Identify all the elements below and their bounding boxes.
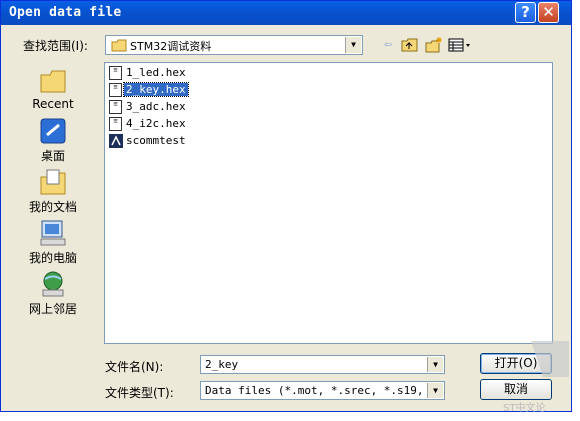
file-name-label: 文件名(N): bbox=[105, 360, 164, 374]
recent-folder-icon bbox=[40, 70, 66, 93]
network-places-icon bbox=[42, 271, 64, 297]
file-type-value: Data files (*.mot, *.srec, *.s19, *.s bbox=[205, 384, 445, 397]
file-type-label: 文件类型(T): bbox=[105, 386, 174, 400]
title-bar[interactable]: Open data file ? ✕ bbox=[1, 1, 571, 25]
open-data-file-dialog: Open data file ? ✕ 查找范围(I): STM32调试资料 ▼ … bbox=[0, 0, 573, 414]
look-in-value: STM32调试资料 bbox=[130, 40, 212, 53]
application-icon bbox=[109, 134, 123, 148]
folder-icon bbox=[111, 39, 127, 52]
place-my-documents[interactable]: 我的文档 bbox=[17, 168, 89, 218]
file-list[interactable]: ≡ 1_led.hex ≡ 2_key.hex ≡ 3_adc.hex ≡ 4_… bbox=[104, 62, 553, 344]
place-recent[interactable]: Recent bbox=[17, 67, 89, 117]
place-desktop[interactable]: 桌面 bbox=[17, 117, 89, 167]
place-my-computer[interactable]: 我的电脑 bbox=[17, 219, 89, 269]
file-name-input[interactable]: 2_key ▼ bbox=[200, 355, 445, 374]
desktop-icon bbox=[40, 118, 66, 144]
hex-file-icon: ≡ bbox=[109, 83, 122, 97]
file-type-dropdown[interactable]: Data files (*.mot, *.srec, *.s19, *.s ▼ bbox=[200, 381, 445, 400]
file-name: 1_led.hex bbox=[126, 66, 186, 79]
place-label: 网上邻居 bbox=[28, 302, 77, 316]
up-one-level-icon[interactable] bbox=[401, 37, 419, 53]
watermark: ST中文论 bbox=[503, 339, 573, 414]
chevron-down-icon[interactable]: ▼ bbox=[345, 37, 361, 53]
file-name: 4_i2c.hex bbox=[126, 117, 186, 130]
place-label: 我的电脑 bbox=[28, 251, 77, 265]
hex-file-icon: ≡ bbox=[109, 66, 122, 80]
my-computer-icon bbox=[40, 220, 66, 246]
place-label: 我的文档 bbox=[28, 200, 77, 214]
file-name: 2_key.hex bbox=[123, 82, 189, 97]
hex-file-icon: ≡ bbox=[109, 100, 122, 114]
watermark-text: ST中文论 bbox=[503, 403, 546, 414]
watermark-logo bbox=[531, 341, 569, 377]
back-arrow-icon[interactable]: ⇦ bbox=[379, 37, 397, 53]
look-in-dropdown[interactable]: STM32调试资料 ▼ bbox=[105, 35, 363, 55]
chevron-down-icon[interactable]: ▼ bbox=[427, 383, 443, 398]
help-button[interactable]: ? bbox=[515, 2, 536, 23]
place-label: Recent bbox=[32, 97, 74, 111]
look-in-label: 查找范围(I): bbox=[23, 39, 88, 53]
view-menu-icon[interactable] bbox=[448, 37, 472, 53]
dialog-title: Open data file bbox=[9, 5, 122, 20]
file-name: 3_adc.hex bbox=[126, 100, 186, 113]
new-folder-icon[interactable] bbox=[425, 37, 443, 53]
close-button[interactable]: ✕ bbox=[538, 2, 559, 23]
place-label: 桌面 bbox=[40, 149, 65, 163]
file-name-value: 2_key bbox=[205, 358, 239, 371]
chevron-down-icon[interactable]: ▼ bbox=[427, 357, 443, 372]
my-documents-icon bbox=[40, 169, 66, 195]
hex-file-icon: ≡ bbox=[109, 117, 122, 131]
file-name: scommtest bbox=[126, 134, 186, 147]
place-network[interactable]: 网上邻居 bbox=[17, 270, 89, 320]
